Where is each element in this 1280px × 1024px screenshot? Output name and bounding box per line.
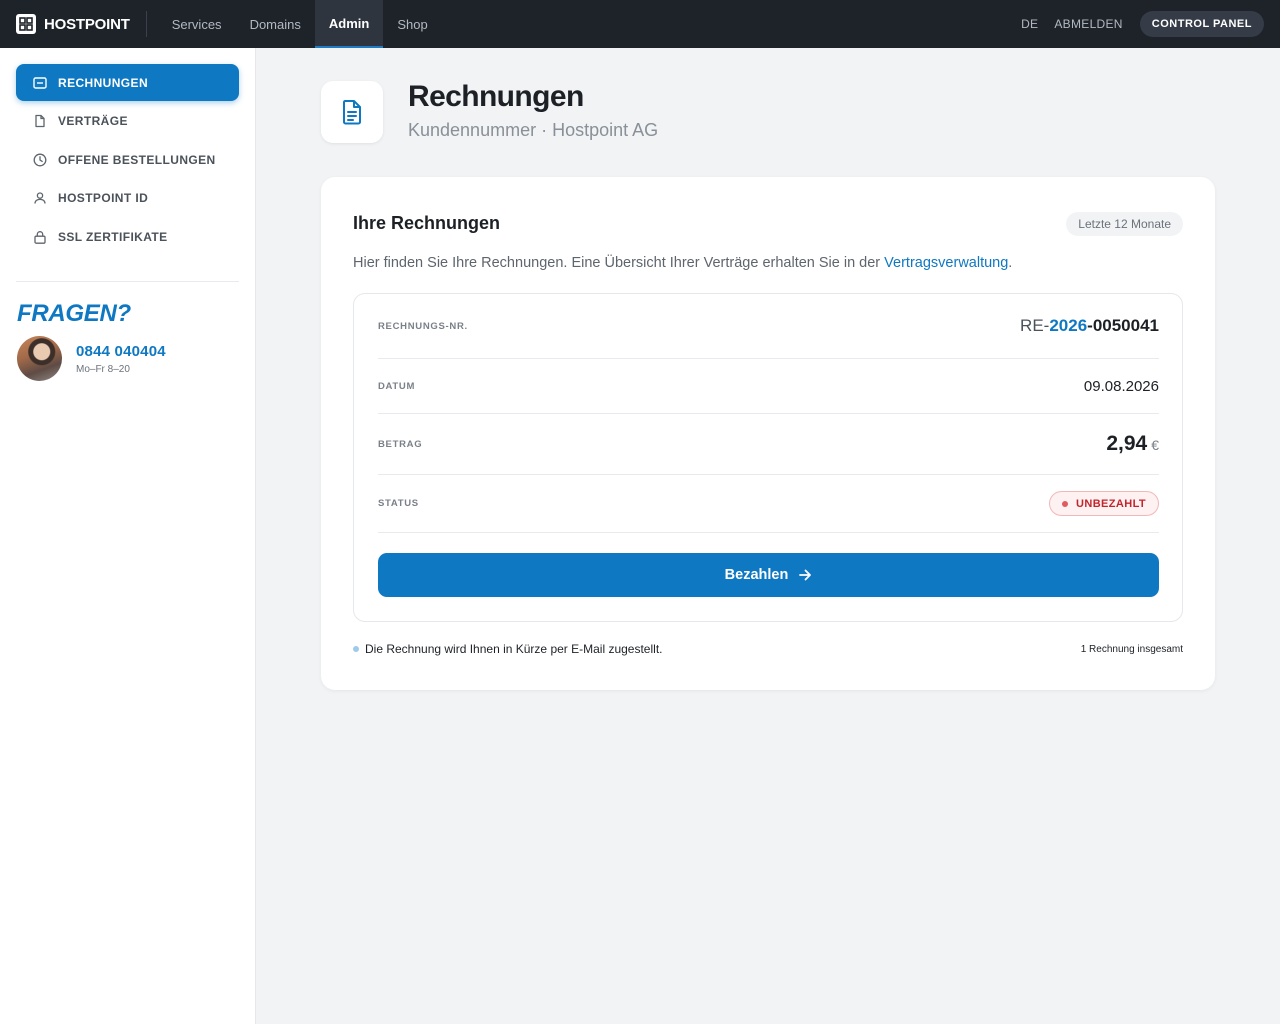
document-icon [33,114,47,128]
invoices-card: Ihre Rechnungen Letzte 12 Monate Hier fi… [321,177,1215,690]
tab-admin[interactable]: Admin [314,0,384,48]
invoice-status-row: STATUS UNBEZAHLT [378,475,1159,533]
brand-name: HOSTPOINT [44,15,130,33]
page-subtitle: Kundennummer · Hostpoint AG [408,120,659,140]
status-dot-icon [1062,500,1068,507]
hostpoint-logo-icon [16,14,36,34]
sidebar-item-hostpoint-id[interactable]: HOSTPOINT ID [16,180,239,217]
invoice-number: RE-2026-0050041 [1020,316,1159,336]
invoice-number-year: 2026 [1049,316,1088,335]
page-title: Rechnungen [408,80,584,113]
sidebar-item-label: OFFENE BESTELLUNGEN [58,152,216,167]
email-notice: Die Rechnung wird Ihnen in Kürze per E-M… [353,642,662,656]
user-icon [33,191,47,205]
invoice-number-prefix: RE- [1020,316,1050,335]
invoice-date-label: DATUM [378,380,416,392]
invoice-number-suffix: -0050041 [1087,316,1159,335]
invoice-number-label: RECHNUNGS-NR. [378,320,468,332]
top-navigation-bar: HOSTPOINT Services Domains Admin Shop DE… [0,0,1280,48]
support-hours: Mo–Fr 8–20 [76,363,130,375]
status-badge: UNBEZAHLT [1049,491,1159,516]
brand-logo[interactable]: HOSTPOINT [0,0,130,48]
tab-shop[interactable]: Shop [383,0,441,48]
invoice-amount: 2,94 € [1106,432,1159,456]
period-badge: Letzte 12 Monate [1066,212,1183,236]
invoice-count: 1 Rechnung insgesamt [1080,644,1183,655]
sidebar-item-ssl-zertifikate[interactable]: SSL ZERTIFIKATE [16,218,239,255]
control-panel-button[interactable]: CONTROL PANEL [1139,11,1264,37]
sidebar-item-label: RECHNUNGEN [58,75,149,90]
invoice-number-row: RECHNUNGS-NR. RE-2026-0050041 [378,294,1159,359]
faq-title: FRAGEN? [17,300,131,327]
invoice-amount-label: BETRAG [378,438,423,450]
card-description: Hier finden Sie Ihre Rechnungen. Eine Üb… [353,255,1012,271]
status-text: UNBEZAHLT [1076,497,1146,510]
info-dot-icon [353,646,359,652]
arrow-right-icon [798,568,812,582]
sidebar-item-label: HOSTPOINT ID [58,191,149,205]
sidebar: RECHNUNGEN VERTRÄGE OFFENE BESTELLUNGEN … [0,48,256,1024]
language-switch[interactable]: DE [1021,17,1038,31]
email-notice-text: Die Rechnung wird Ihnen in Kürze per E-M… [365,642,663,656]
sidebar-item-rechnungen[interactable]: RECHNUNGEN [16,64,239,101]
invoice-icon [33,76,47,90]
sidebar-menu: RECHNUNGEN VERTRÄGE OFFENE BESTELLUNGEN … [0,48,255,255]
logout-link[interactable]: ABMELDEN [1054,17,1122,31]
invoice-currency: € [1151,437,1159,453]
support-avatar [17,336,62,381]
tab-domains[interactable]: Domains [236,0,315,48]
invoice-amount-row: BETRAG 2,94 € [378,414,1159,475]
contract-management-link[interactable]: Vertragsverwaltung [884,255,1008,271]
page-document-icon [321,81,383,143]
sidebar-item-vertraege[interactable]: VERTRÄGE [16,103,239,140]
support-phone-link[interactable]: 0844 040404 [76,343,166,360]
invoice-status-label: STATUS [378,498,419,509]
tab-services[interactable]: Services [158,0,236,48]
description-text: Hier finden Sie Ihre Rechnungen. Eine Üb… [353,255,885,271]
invoice-date-row: DATUM 09.08.2026 [378,359,1159,414]
invoice-details: RECHNUNGS-NR. RE-2026-0050041 DATUM 09.0… [353,293,1183,622]
sidebar-item-offene-bestellungen[interactable]: OFFENE BESTELLUNGEN [16,141,239,178]
invoice-date: 09.08.2026 [1083,377,1159,395]
nav-divider [145,11,147,37]
sidebar-item-label: SSL ZERTIFIKATE [58,229,168,244]
invoice-amount-value: 2,94 [1106,432,1148,455]
card-title: Ihre Rechnungen [353,213,501,233]
sidebar-item-label: VERTRÄGE [58,114,128,128]
lock-icon [33,230,47,244]
sidebar-divider [16,281,239,282]
description-end: . [1008,255,1013,271]
clock-icon [33,153,47,167]
support-contact: 0844 040404 Mo–Fr 8–20 [17,336,255,381]
pay-button[interactable]: Bezahlen [378,553,1159,597]
pay-button-label: Bezahlen [724,567,789,583]
